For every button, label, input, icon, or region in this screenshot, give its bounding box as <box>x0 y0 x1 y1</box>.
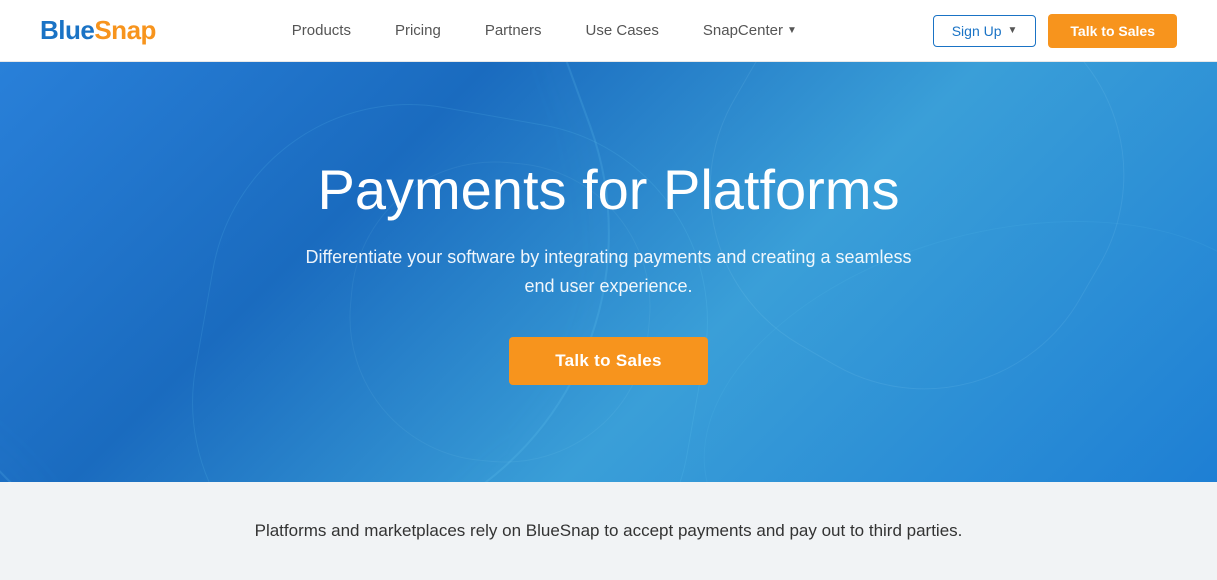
talk-to-sales-header-button[interactable]: Talk to Sales <box>1048 14 1177 48</box>
sign-up-button[interactable]: Sign Up ▼ <box>933 15 1037 47</box>
talk-to-sales-hero-button[interactable]: Talk to Sales <box>509 337 708 385</box>
subtext: Platforms and marketplaces rely on BlueS… <box>255 518 963 544</box>
nav-item-pricing[interactable]: Pricing <box>373 22 463 39</box>
logo[interactable]: BlueSnap <box>40 15 156 46</box>
nav-item-products[interactable]: Products <box>270 22 373 39</box>
header-actions: Sign Up ▼ Talk to Sales <box>933 14 1177 48</box>
hero-title: Payments for Platforms <box>318 159 900 221</box>
sign-up-label: Sign Up <box>952 23 1002 39</box>
snap-center-chevron-down-icon: ▼ <box>787 25 797 36</box>
nav-item-snap-center[interactable]: SnapCenter ▼ <box>681 22 819 39</box>
sign-up-chevron-down-icon: ▼ <box>1008 25 1018 36</box>
snap-center-label: SnapCenter <box>703 22 783 39</box>
nav-item-partners[interactable]: Partners <box>463 22 564 39</box>
main-nav: Products Pricing Partners Use Cases Snap… <box>270 22 819 39</box>
hero-section: Payments for Platforms Differentiate you… <box>0 62 1217 482</box>
subtext-section: Platforms and marketplaces rely on BlueS… <box>0 482 1217 580</box>
logo-snap: Snap <box>94 15 156 46</box>
logo-blue: Blue <box>40 15 94 46</box>
hero-subtitle: Differentiate your software by integrati… <box>299 243 919 301</box>
hero-content: Payments for Platforms Differentiate you… <box>299 159 919 384</box>
header: BlueSnap Products Pricing Partners Use C… <box>0 0 1217 62</box>
nav-item-use-cases[interactable]: Use Cases <box>564 22 681 39</box>
